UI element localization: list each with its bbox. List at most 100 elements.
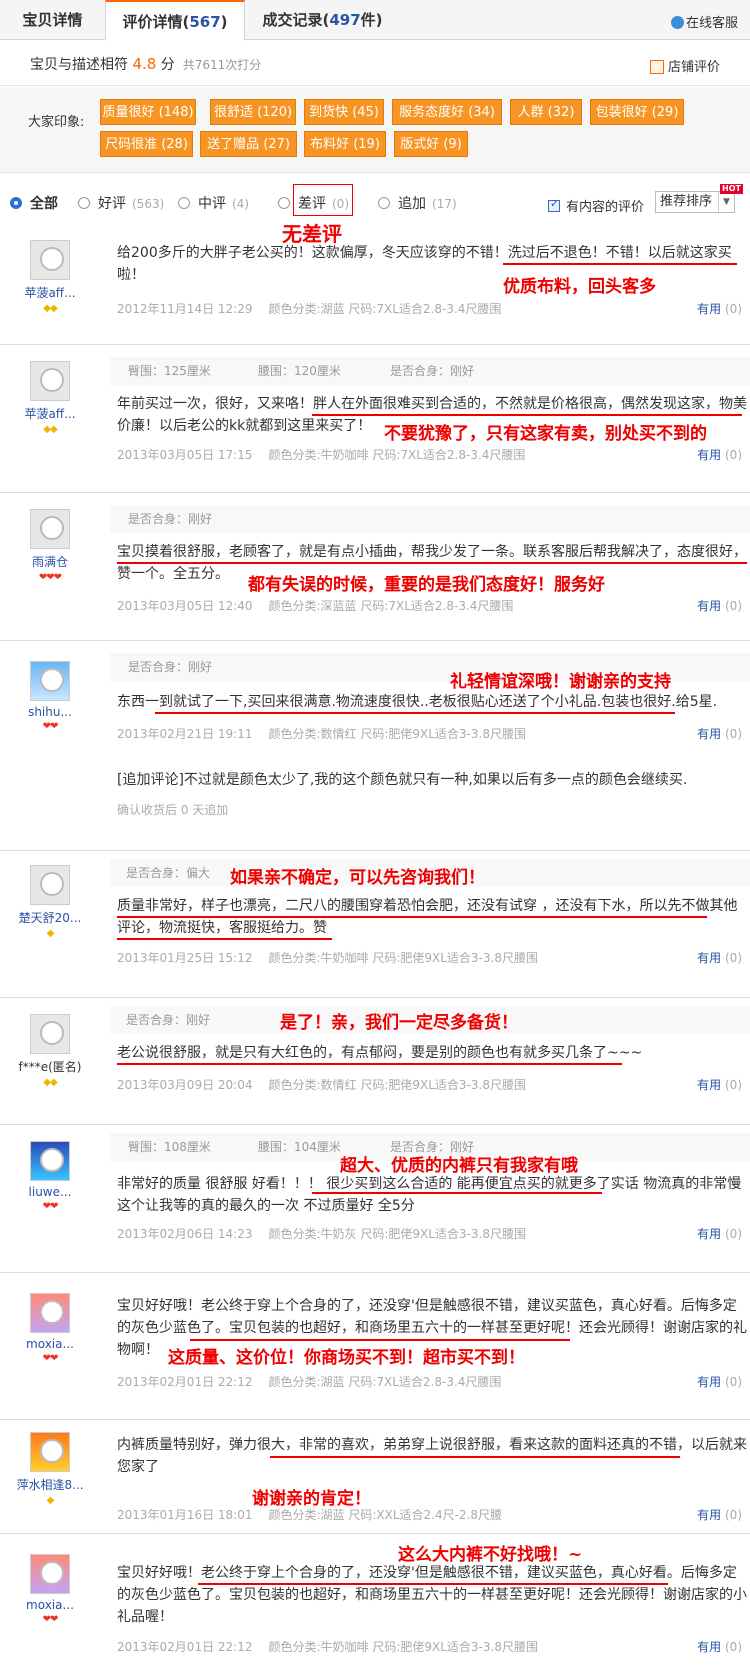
avatar	[30, 1432, 70, 1472]
review-sku: 颜色分类:牛奶咖啡 尺码:7XL适合2.8-3.4尺腰围	[268, 448, 526, 462]
useful-button[interactable]: 有用 (0)	[697, 725, 742, 742]
tab-transactions[interactable]: 成交记录(497件)	[245, 0, 400, 40]
avatar	[30, 865, 70, 905]
review-item: liuwe... ❤❤ 臀围：108厘米 腰围：104厘米 是否合身：刚好 超大、优质…	[0, 1125, 750, 1273]
avatar	[30, 1293, 70, 1333]
username[interactable]: 萍水相逢8...	[6, 1476, 94, 1493]
impression-tag[interactable]: 人群 (32)	[510, 99, 582, 125]
impression-tag[interactable]: 很舒适 (120)	[210, 99, 296, 125]
content-only-checkbox[interactable]: 有内容的评价	[548, 196, 644, 215]
tab-bar: 宝贝详情 评价详情(567) 成交记录(497件) 在线客服	[0, 0, 750, 41]
annotation-underline	[312, 414, 742, 416]
avatar	[30, 1014, 70, 1054]
filter-all[interactable]: 全部	[10, 193, 58, 213]
useful-button[interactable]: 有用 (0)	[697, 1638, 742, 1655]
tab-reviews[interactable]: 评价详情(567)	[105, 0, 245, 41]
username[interactable]: liuwe...	[6, 1185, 94, 1199]
sort-select[interactable]: 推荐排序 ▼	[655, 191, 735, 213]
username[interactable]: 雨满仓	[6, 553, 94, 570]
useful-button[interactable]: 有用 (0)	[697, 1225, 742, 1242]
impression-tag[interactable]: 质量很好 (148)	[100, 99, 196, 125]
review-item: 雨满仓 ❤❤❤ 是否合身：刚好 宝贝摸着很舒服，老顾客了，就是有点小插曲，帮我少发…	[0, 493, 750, 641]
radio-icon	[278, 197, 290, 209]
annotation-underline	[312, 1192, 602, 1194]
rank-badge: ◆◆	[43, 1077, 57, 1088]
size-properties: 臀围：125厘米 腰围：120厘米 是否合身：刚好	[110, 357, 750, 385]
useful-button[interactable]: 有用 (0)	[697, 1506, 742, 1523]
review-sku: 颜色分类:牛奶咖啡 尺码:肥佬9XL适合3-3.8尺腰围	[268, 1640, 538, 1654]
impression-tag[interactable]: 送了赠品 (27)	[200, 131, 297, 157]
radio-icon	[178, 197, 190, 209]
avatar	[30, 1554, 70, 1594]
store-rating-link[interactable]: 店铺评价	[649, 56, 720, 75]
review-sku: 颜色分类:数情红 尺码:肥佬9XL适合3-3.8尺腰围	[268, 1078, 526, 1092]
filter-append[interactable]: 追加 (17)	[378, 193, 457, 213]
rating-summary: 宝贝与描述相符 4.8 分共7611次打分 店铺评价	[0, 40, 750, 86]
annotation-note: 这质量、这价位！你商场买不到！超市买不到！	[168, 1348, 525, 1368]
review-item: 苹菠aff... ◆◆ 臀围：125厘米 腰围：120厘米 是否合身：刚好 年前买过一…	[0, 345, 750, 493]
annotation-note: 如果亲不确定，可以先咨询我们！	[230, 868, 485, 888]
annotation-underline	[190, 1339, 570, 1341]
radio-icon	[378, 197, 390, 209]
avatar	[30, 240, 70, 280]
review-item: 楚天舒20... ◆ 是否合身：偏大 如果亲不确定，可以先咨询我们！ 质量非常好，…	[0, 851, 750, 998]
negative-highlight-box	[293, 184, 353, 216]
review-date: 2013年01月16日 18:01	[117, 1508, 253, 1522]
rank-badge: ❤❤	[42, 1353, 59, 1364]
chevron-down-icon: ▼	[718, 192, 734, 212]
useful-button[interactable]: 有用 (0)	[697, 597, 742, 614]
rank-badge: ◆	[46, 1495, 55, 1506]
username[interactable]: 楚天舒20...	[6, 909, 94, 926]
annotation-underline	[117, 938, 332, 940]
review-text: 老公说很舒服，就是只有大红色的，有点郁闷，要是别的颜色也有就多买几条了~~~	[117, 1045, 643, 1061]
impression-tag[interactable]: 包装很好 (29)	[590, 99, 684, 125]
username[interactable]: 苹菠aff...	[6, 405, 94, 422]
useful-button[interactable]: 有用 (0)	[697, 446, 742, 463]
impression-tag[interactable]: 到货快 (45)	[304, 99, 384, 125]
annotation-underline	[117, 1063, 622, 1065]
username[interactable]: f***e(匿名)	[6, 1058, 94, 1075]
review-date: 2012年11月14日 12:29	[117, 302, 253, 316]
rank-badge: ◆◆	[43, 424, 57, 435]
annotation-underline	[198, 1583, 668, 1585]
impression-tag[interactable]: 服务态度好 (34)	[392, 99, 502, 125]
username[interactable]: moxia...	[6, 1598, 94, 1612]
username[interactable]: moxia...	[6, 1337, 94, 1351]
size-properties: 是否合身：刚好	[110, 505, 750, 533]
review-item: f***e(匿名) ◆◆ 是否合身：刚好 是了！亲，我们一定尽多备货！ 老公说很舒…	[0, 998, 750, 1125]
annotation-note: 优质布料，回头客多	[503, 277, 656, 297]
review-sku: 颜色分类:数情红 尺码:肥佬9XL适合3-3.8尺腰围	[268, 727, 526, 741]
review-date: 2013年02月21日 19:11	[117, 727, 253, 741]
impression-tag[interactable]: 版式好 (9)	[394, 131, 468, 157]
review-sku: 颜色分类:牛奶咖啡 尺码:肥佬9XL适合3-3.8尺腰围	[268, 951, 538, 965]
appended-review-meta: 确认收货后 0 天追加	[117, 803, 229, 817]
review-sku: 颜色分类:湖蓝 尺码:7XL适合2.8-3.4尺腰围	[268, 1375, 502, 1389]
review-sku: 颜色分类:湖蓝 尺码:XXL适合2.4尺-2.8尺腰	[268, 1508, 503, 1522]
username[interactable]: 苹菠aff...	[6, 284, 94, 301]
useful-button[interactable]: 有用 (0)	[697, 949, 742, 966]
username[interactable]: shihu...	[6, 705, 94, 719]
review-item: 萍水相逢8... ◆ 内裤质量特别好，弹力很大，非常的喜欢，弟弟穿上说很舒服，看来…	[0, 1420, 750, 1534]
checkbox-icon	[548, 197, 560, 212]
review-item: moxia... ❤❤ 这么大内裤不好找哦！~ 宝贝好好哦！老公终于穿上个合身的了…	[0, 1534, 750, 1680]
annotation-underline	[117, 562, 747, 564]
avatar	[30, 361, 70, 401]
annotation-note: 都有失误的时候，重要的是我们态度好！服务好	[248, 575, 605, 595]
useful-button[interactable]: 有用 (0)	[697, 300, 742, 317]
impression-tag[interactable]: 布料好 (19)	[304, 131, 386, 157]
useful-button[interactable]: 有用 (0)	[697, 1373, 742, 1390]
review-date: 2013年02月06日 14:23	[117, 1227, 253, 1241]
rank-badge: ❤❤	[42, 1614, 59, 1625]
review-item: 苹菠aff... ◆◆ 给200多斤的大胖子老公买的！这款偏厚，冬天应该穿的不错！…	[0, 224, 750, 345]
review-date: 2013年01月25日 15:12	[117, 951, 253, 965]
impression-tag[interactable]: 尺码很准 (28)	[100, 131, 193, 157]
tab-product-details[interactable]: 宝贝详情	[0, 0, 105, 40]
annotation-note: 不要犹豫了，只有这家有卖，别处买不到的	[384, 424, 707, 444]
review-date: 2013年02月01日 22:12	[117, 1375, 253, 1389]
annotation-underline	[503, 263, 737, 265]
online-service-link[interactable]: 在线客服	[670, 12, 738, 31]
filter-neutral[interactable]: 中评 (4)	[178, 193, 249, 213]
rank-badge: ❤❤❤	[38, 572, 62, 583]
useful-button[interactable]: 有用 (0)	[697, 1076, 742, 1093]
filter-positive[interactable]: 好评 (563)	[78, 193, 164, 213]
